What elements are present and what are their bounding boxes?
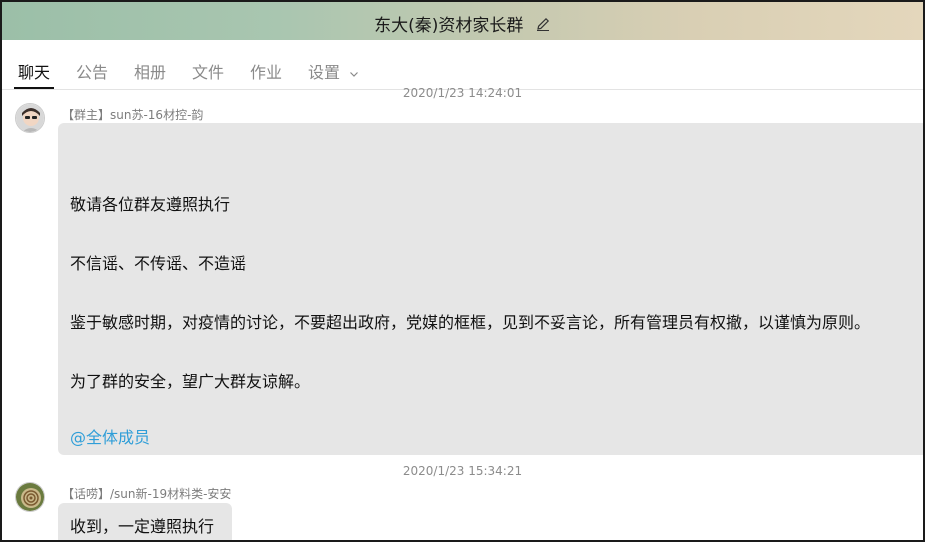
- message-line: 收到，一定遵照执行: [70, 517, 215, 536]
- avatar[interactable]: [15, 482, 45, 512]
- tab-album[interactable]: 相册: [134, 59, 166, 89]
- message-bubble[interactable]: 收到，一定遵照执行: [58, 503, 232, 540]
- mention-all-link[interactable]: @全体成员: [70, 424, 150, 448]
- chevron-down-icon: [350, 71, 359, 77]
- avatar[interactable]: [15, 103, 45, 133]
- chat-window: 东大(秦)资材家长群 聊天 公告 相册 文件 作业 设置 2020/1/23 1…: [0, 0, 925, 542]
- sender-name[interactable]: 【话唠】/sun新-19材料类-安安: [62, 485, 231, 502]
- tab-bar: 聊天 公告 相册 文件 作业 设置: [2, 40, 923, 90]
- title-bar: 东大(秦)资材家长群: [2, 2, 923, 40]
- tab-settings[interactable]: 设置: [308, 59, 359, 89]
- message-line: 鉴于敏感时期，对疫情的讨论，不要超出政府，党媒的框框，见到不妥言论，所有管理员有…: [70, 313, 871, 332]
- message-line: 敬请各位群友遵照执行: [70, 195, 231, 214]
- message-line: 不信谣、不传谣、不造谣: [70, 254, 247, 273]
- tab-files[interactable]: 文件: [192, 59, 224, 89]
- tab-homework[interactable]: 作业: [250, 59, 282, 89]
- message-line: 为了群的安全，望广大群友谅解。: [70, 372, 311, 391]
- tab-settings-label: 设置: [308, 63, 341, 82]
- message-bubble[interactable]: 敬请各位群友遵照执行 不信谣、不传谣、不造谣 鉴于敏感时期，对疫情的讨论，不要超…: [58, 123, 923, 455]
- edit-icon[interactable]: [535, 16, 551, 32]
- sender-name[interactable]: 【群主】sun苏-16材控-韵: [62, 106, 203, 123]
- avatar-image: [16, 483, 44, 511]
- group-title: 东大(秦)资材家长群: [2, 11, 923, 36]
- message-timestamp: 2020/1/23 14:24:01: [402, 86, 523, 100]
- avatar-image: [16, 104, 44, 132]
- tab-chat[interactable]: 聊天: [13, 59, 55, 89]
- tab-announcement[interactable]: 公告: [76, 59, 108, 89]
- message-timestamp: 2020/1/23 15:34:21: [402, 464, 523, 478]
- group-name: 东大(秦)资材家长群: [374, 16, 524, 36]
